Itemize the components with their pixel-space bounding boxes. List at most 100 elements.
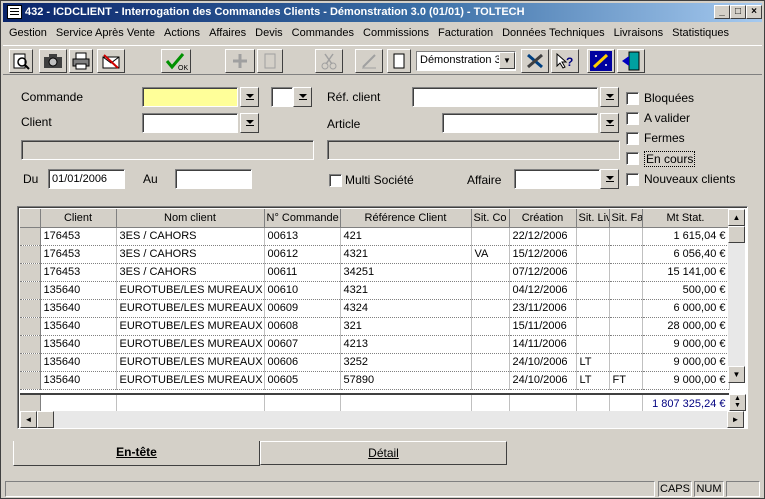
cell-client: 176453 bbox=[40, 245, 117, 264]
ok-button[interactable]: OK bbox=[161, 49, 191, 73]
table-row[interactable]: 176453 3ES / CAHORS 00611 34251 07/12/2006 15… bbox=[20, 263, 730, 282]
filter-panel: Commande Réf. client Client Article Du 0… bbox=[11, 81, 756, 201]
grid-horizontal-scrollbar[interactable]: ◄ ► bbox=[20, 411, 744, 428]
row-selector[interactable] bbox=[20, 227, 41, 246]
table-row[interactable]: 135640 EUROTUBE/LES MUREAUX 00607 4213 14/11… bbox=[20, 335, 730, 354]
menu-commissions[interactable]: Commissions bbox=[363, 27, 429, 39]
a-valider-checkbox[interactable] bbox=[626, 112, 639, 125]
preview-button[interactable] bbox=[9, 49, 33, 73]
commande-lookup-button[interactable] bbox=[240, 87, 259, 107]
title-bar: 432 - ICDCLIENT - Interrogation des Comm… bbox=[3, 3, 762, 22]
article-input[interactable] bbox=[442, 113, 598, 133]
nouveaux-clients-checkbox[interactable] bbox=[626, 173, 639, 186]
table-row[interactable]: 135640 EUROTUBE/LES MUREAUX 00609 4324 23/11… bbox=[20, 299, 730, 318]
table-row[interactable]: 176453 3ES / CAHORS 00612 4321 VA 15/12/2006 6… bbox=[20, 245, 730, 264]
table-row[interactable]: 135640 EUROTUBE/LES MUREAUX 00606 3252 24/10… bbox=[20, 353, 730, 372]
row-selector[interactable] bbox=[20, 335, 41, 354]
row-selector[interactable] bbox=[20, 353, 41, 372]
tools-button[interactable] bbox=[521, 49, 549, 73]
cell-ref-client: 34251 bbox=[340, 263, 472, 282]
col-client[interactable]: Client bbox=[40, 209, 117, 228]
multi-societe-checkbox[interactable] bbox=[329, 174, 342, 187]
grid-vertical-scrollbar[interactable]: ▲ ▼ bbox=[728, 209, 745, 383]
affaire-input[interactable] bbox=[514, 169, 600, 189]
ref-client-input[interactable] bbox=[412, 87, 598, 107]
col-creation[interactable]: Création bbox=[509, 209, 577, 228]
col-sit-co[interactable]: Sit. Co bbox=[471, 209, 510, 228]
article-lookup-button[interactable] bbox=[600, 113, 619, 133]
app-icon[interactable] bbox=[7, 5, 22, 19]
row-selector[interactable] bbox=[20, 371, 41, 390]
mail-button[interactable] bbox=[97, 49, 125, 73]
en-cours-label: En cours bbox=[644, 151, 696, 167]
table-row[interactable]: 176453 3ES / CAHORS 00613 421 22/12/2006 1 61… bbox=[20, 227, 730, 246]
close-button[interactable]: × bbox=[746, 5, 762, 19]
add-button[interactable] bbox=[225, 49, 255, 73]
delete-button[interactable] bbox=[257, 49, 283, 73]
commande-suffix-input[interactable] bbox=[271, 87, 293, 107]
menu-donnees-techniques[interactable]: Données Techniques bbox=[502, 27, 605, 39]
fermes-checkbox[interactable] bbox=[626, 132, 639, 145]
row-selector[interactable] bbox=[20, 299, 41, 318]
col-mt-stat[interactable]: Mt Stat. bbox=[642, 209, 730, 228]
date-to-input[interactable] bbox=[175, 169, 252, 189]
col-nom-client[interactable]: Nom client bbox=[116, 209, 265, 228]
row-selector[interactable] bbox=[20, 317, 41, 336]
row-selector[interactable] bbox=[20, 263, 41, 282]
cell-creation: 24/10/2006 bbox=[509, 371, 577, 390]
scroll-right-button[interactable]: ► bbox=[727, 411, 744, 428]
help-button[interactable]: ? bbox=[551, 49, 579, 73]
row-selector[interactable] bbox=[20, 281, 41, 300]
company-select-value: Démonstration 3 bbox=[420, 54, 501, 66]
client-input[interactable] bbox=[142, 113, 238, 133]
affaire-lookup-button[interactable] bbox=[600, 169, 619, 189]
col-sit-fa[interactable]: Sit. Fa bbox=[609, 209, 643, 228]
cut-button[interactable] bbox=[315, 49, 343, 73]
date-from-input[interactable]: 01/01/2006 bbox=[48, 169, 125, 189]
menu-affaires[interactable]: Affaires bbox=[209, 27, 246, 39]
menu-gestion[interactable]: Gestion bbox=[9, 27, 47, 39]
new-page-button[interactable] bbox=[387, 49, 411, 73]
menu-commandes[interactable]: Commandes bbox=[292, 27, 354, 39]
menu-facturation[interactable]: Facturation bbox=[438, 27, 493, 39]
cell-sit-co bbox=[471, 281, 510, 300]
tab-detail[interactable]: Détail bbox=[260, 441, 507, 465]
col-sit-liv[interactable]: Sit. Liv bbox=[576, 209, 610, 228]
menu-devis[interactable]: Devis bbox=[255, 27, 283, 39]
scroll-up-button[interactable]: ▲ bbox=[728, 209, 745, 226]
table-row[interactable]: 135640 EUROTUBE/LES MUREAUX 00610 4321 04/12… bbox=[20, 281, 730, 300]
menu-statistiques[interactable]: Statistiques bbox=[672, 27, 729, 39]
col-ref-client[interactable]: Référence Client bbox=[340, 209, 472, 228]
minimize-button[interactable]: _ bbox=[714, 5, 730, 19]
row-selector[interactable] bbox=[20, 245, 41, 264]
menu-service-apres-vente[interactable]: Service Après Vente bbox=[56, 27, 155, 39]
camera-button[interactable] bbox=[39, 49, 67, 73]
chevron-down-icon[interactable]: ▼ bbox=[499, 52, 515, 69]
cell-sit-co bbox=[471, 335, 510, 354]
print-button[interactable] bbox=[69, 49, 93, 73]
scroll-thumb[interactable] bbox=[728, 226, 745, 243]
launch-button[interactable] bbox=[587, 49, 615, 73]
tools-cross-icon bbox=[527, 53, 543, 69]
totals-spin-button[interactable]: ▲ ▼ bbox=[729, 394, 746, 411]
client-lookup-button[interactable] bbox=[240, 113, 259, 133]
maximize-button[interactable]: □ bbox=[730, 5, 746, 19]
col-num-commande[interactable]: N° Commande bbox=[264, 209, 341, 228]
edit-button[interactable] bbox=[355, 49, 383, 73]
ref-client-lookup-button[interactable] bbox=[600, 87, 619, 107]
en-cours-checkbox[interactable] bbox=[626, 152, 639, 165]
commande-suffix-dropdown[interactable] bbox=[293, 87, 312, 107]
company-select[interactable]: Démonstration 3 ▼ bbox=[416, 51, 516, 71]
table-row[interactable]: 135640 EUROTUBE/LES MUREAUX 00605 57890 24/1… bbox=[20, 371, 730, 390]
scroll-left-button[interactable]: ◄ bbox=[20, 411, 37, 428]
bloquees-checkbox[interactable] bbox=[626, 92, 639, 105]
tab-en-tete[interactable]: En-tête bbox=[13, 441, 260, 466]
commande-input[interactable] bbox=[142, 87, 238, 107]
exit-button[interactable] bbox=[617, 49, 645, 73]
article-label: Article bbox=[327, 117, 361, 131]
menu-actions[interactable]: Actions bbox=[164, 27, 200, 39]
table-row[interactable]: 135640 EUROTUBE/LES MUREAUX 00608 321 15/11/… bbox=[20, 317, 730, 336]
hscroll-thumb[interactable] bbox=[37, 411, 54, 428]
menu-livraisons[interactable]: Livraisons bbox=[614, 27, 664, 39]
scroll-down-button[interactable]: ▼ bbox=[728, 366, 745, 383]
